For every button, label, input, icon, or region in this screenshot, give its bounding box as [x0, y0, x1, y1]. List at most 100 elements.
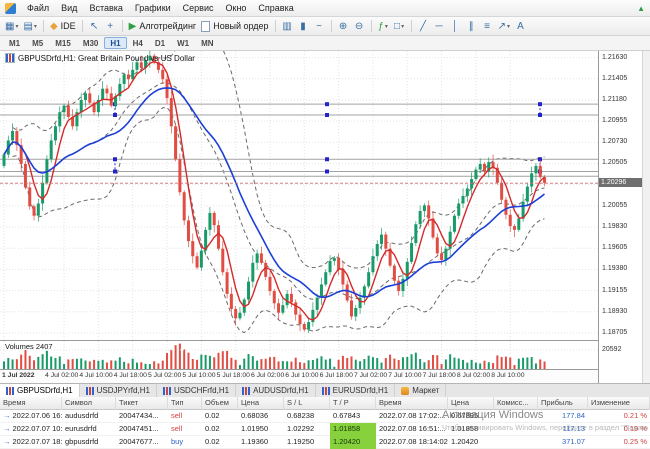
price-chart[interactable] [0, 51, 598, 340]
timeframe-H4[interactable]: H4 [127, 37, 149, 49]
timeframe-M15[interactable]: M15 [49, 37, 77, 49]
history-column-Символ[interactable]: Символ [62, 397, 116, 410]
timeframe-M30[interactable]: M30 [77, 37, 105, 49]
new-chart-icon: ▦ [5, 20, 15, 32]
objects-icon: □ [394, 20, 401, 32]
deal-direction-icon: → [3, 424, 11, 433]
new-order-button[interactable]: Новый ордер [199, 19, 270, 34]
chart-tab-Маркет[interactable]: Маркет [395, 384, 447, 397]
chart-tab-label: Маркет [412, 386, 440, 395]
bars-mode-icon: ▥ [282, 20, 292, 32]
cursor-button[interactable]: ↖ [87, 19, 102, 34]
horizontal-line-icon: ─ [435, 20, 443, 32]
ide-label: IDE [60, 21, 76, 31]
toolbar-separator [330, 20, 332, 32]
time-axis-label: 6 Jul 18:00 [319, 372, 353, 379]
history-column-Прибыль[interactable]: Прибыль [538, 397, 588, 410]
history-column-Объем[interactable]: Объем [202, 397, 238, 410]
history-cell: 371.07 [562, 437, 585, 446]
chart-tab-label: USDCHFrfd,H1 [173, 386, 230, 395]
timeframe-W1[interactable]: W1 [171, 37, 195, 49]
history-cell: 20047451... [119, 424, 159, 433]
history-cell: 1.20420 [451, 437, 479, 446]
history-column-Изменение[interactable]: Изменение [588, 397, 650, 410]
new-chart-button[interactable]: ▦ ▾ [3, 19, 20, 34]
profiles-button[interactable]: ▤ ▾ [21, 19, 38, 34]
objects-button[interactable]: □ ▾ [392, 19, 407, 34]
history-cell: 0.25 % [623, 437, 647, 446]
history-column-Тикет[interactable]: Тикет [116, 397, 168, 410]
zoom-out-button[interactable]: ⊖ [352, 19, 367, 34]
timeframe-M1[interactable]: M1 [3, 37, 26, 49]
panel-collapse-icon[interactable]: ▲ [637, 4, 650, 13]
price-axis-label: 1.20505 [602, 159, 628, 167]
history-cell: 2022.07.08 17:02:... [379, 411, 446, 420]
history-cell: 1.01858 [330, 423, 376, 436]
timeframe-D1[interactable]: D1 [149, 37, 171, 49]
chart-tab-GBPUSDrfd,H1[interactable]: GBPUSDrfd,H1 [0, 384, 80, 397]
chevron-down-icon: ▾ [384, 23, 388, 30]
text-tool-button[interactable]: A [513, 19, 528, 34]
history-cell: 0.02 [205, 411, 220, 420]
menu-Окно[interactable]: Окно [220, 1, 253, 15]
channel-button[interactable]: ∥ [464, 19, 479, 34]
chart-title-icon [5, 53, 15, 63]
chart-tab-label: GBPUSDrfd,H1 [17, 386, 73, 395]
price-axis-label: 1.18705 [602, 328, 628, 336]
chart-title: GBPUSDrfd,H1: Great Britain Pound vs US … [5, 53, 195, 63]
chart-tab-USDCHFrfd,H1[interactable]: USDCHFrfd,H1 [157, 384, 237, 397]
history-column-Цена[interactable]: Цена [238, 397, 284, 410]
menu-items: Файл Вид Вставка Графики Сервис Окно Справка [21, 1, 300, 15]
timeframe-MN[interactable]: MN [195, 37, 219, 49]
history-cell: 2022.07.08 18:14:02 [379, 437, 448, 446]
timeframe-H1[interactable]: H1 [104, 37, 127, 49]
history-cell: →2022.07.06 16:50:... [3, 411, 62, 420]
app-logo-icon [5, 2, 16, 14]
menu-Вид[interactable]: Вид [55, 1, 83, 15]
time-axis[interactable]: 1 Jul 2022 4 Jul 02:00 4 Jul 10:00 4 Jul 18… [0, 369, 598, 383]
price-axis-label: 1.21405 [602, 74, 628, 82]
menu-Сервис[interactable]: Сервис [177, 1, 220, 15]
history-cell: 177.84 [562, 411, 585, 420]
fibonacci-icon: ≡ [484, 20, 490, 32]
bars-mode-button[interactable]: ▥ [280, 19, 295, 34]
chart-tab-AUDUSDrfd,H1[interactable]: AUDUSDrfd,H1 [236, 384, 316, 397]
volume-pane[interactable] [0, 341, 598, 369]
candles-mode-button[interactable]: ▮ [296, 19, 311, 34]
menu-Графики[interactable]: Графики [129, 1, 177, 15]
indicators-button[interactable]: ƒ ▾ [376, 19, 391, 34]
algo-trading-button[interactable]: ▶ Алготрейдинг [127, 19, 199, 34]
history-cell: 20047434... [119, 411, 159, 420]
history-row-gbpusdrfd[interactable]: →2022.07.07 18:17:...gbpusdrfd 20047677..… [0, 436, 650, 449]
history-cell: audusdrfd [65, 411, 99, 420]
vertical-line-button[interactable]: │ [448, 19, 463, 34]
history-column-T / P[interactable]: T / P [330, 397, 376, 410]
zoom-in-button[interactable]: ⊕ [336, 19, 351, 34]
chart-tab-USDJPYrfd,H1[interactable]: USDJPYrfd,H1 [80, 384, 157, 397]
new-order-label: Новый ордер [213, 21, 269, 31]
chevron-down-icon: ▾ [401, 23, 405, 30]
history-column-Время[interactable]: Время [0, 397, 62, 410]
ide-button[interactable]: ◆ IDE [48, 19, 78, 34]
arrows-button[interactable]: ↗ ▾ [496, 19, 512, 34]
price-axis[interactable]: 1.20296 20592 1.21630 1.21405 1.21180 1.209… [598, 51, 642, 383]
history-column-S / L[interactable]: S / L [284, 397, 330, 410]
chevron-down-icon: ▾ [506, 23, 510, 30]
fibonacci-button[interactable]: ≡ [480, 19, 495, 34]
chart-tab-EURUSDrfd,H1[interactable]: EURUSDrfd,H1 [316, 384, 396, 397]
history-column-Тип[interactable]: Тип [168, 397, 202, 410]
history-row-audusdrfd[interactable]: →2022.07.06 16:50:...audusdrfd 20047434..… [0, 410, 650, 423]
trendline-button[interactable]: ╱ [416, 19, 431, 34]
crosshair-button[interactable]: + [103, 19, 118, 34]
menu-Справка[interactable]: Справка [252, 1, 299, 15]
menu-Вставка[interactable]: Вставка [83, 1, 128, 15]
history-column-Время[interactable]: Время [376, 397, 448, 410]
trendline-icon: ╱ [420, 20, 427, 32]
history-cell: sell [171, 411, 183, 420]
history-cell: 20047677... [119, 437, 159, 446]
menu-Файл[interactable]: Файл [21, 1, 55, 15]
chart-scrollbar[interactable] [642, 51, 650, 383]
horizontal-line-button[interactable]: ─ [432, 19, 447, 34]
timeframe-M5[interactable]: M5 [26, 37, 49, 49]
line-mode-button[interactable]: ~ [312, 19, 327, 34]
